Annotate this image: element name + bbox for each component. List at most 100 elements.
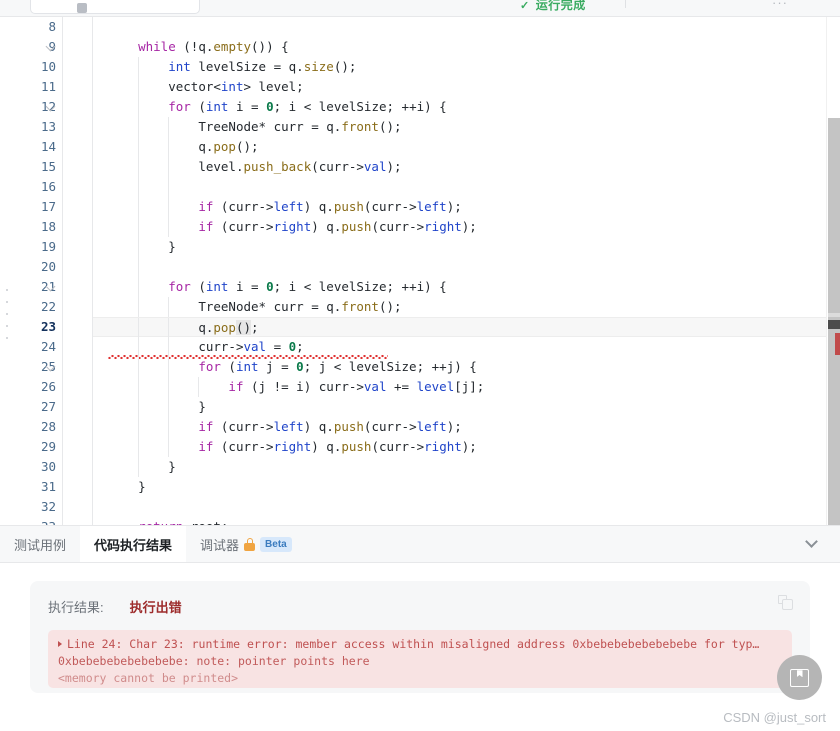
code-token: ) q (311, 219, 334, 234)
expand-triangle-icon[interactable] (58, 641, 62, 647)
code-line[interactable] (93, 17, 840, 37)
code-line[interactable]: if (curr->right) q.push(curr->right); (93, 437, 840, 457)
run-status-text: ✓ 运行完成 (520, 0, 586, 14)
more-options-icon[interactable]: ··· (772, 0, 788, 10)
code-line[interactable]: if (j != i) curr->val += level[j]; (93, 377, 840, 397)
code-token: int (220, 79, 244, 94)
code-token: ; (296, 339, 304, 354)
code-line[interactable]: for (int i = 0; i < levelSize; ++i) { (93, 97, 840, 117)
code-token: ( (190, 99, 206, 114)
code-line[interactable]: while (!q.empty()) { (93, 37, 840, 57)
code-token: ); (461, 219, 477, 234)
code-token: pop (213, 320, 236, 335)
beta-badge: Beta (260, 536, 292, 552)
code-token: ( (220, 359, 236, 374)
code-line[interactable]: for (int j = 0; j < levelSize; ++j) { (93, 357, 840, 377)
line-number: 8 (48, 19, 56, 34)
tab-label: 代码执行结果 (94, 537, 173, 553)
code-line[interactable] (93, 497, 840, 517)
line-number: 28 (40, 419, 56, 434)
line-number: 21 (40, 279, 56, 294)
tab-0[interactable]: 测试用例 (0, 526, 80, 562)
toolbar-button-cropped[interactable] (30, 0, 200, 14)
code-token: ); (461, 439, 477, 454)
fold-toggle[interactable] (45, 97, 92, 117)
line-number: 10 (40, 59, 56, 74)
code-content-area[interactable]: while (!q.empty()) { int levelSize = q.s… (93, 17, 840, 525)
code-line[interactable]: int levelSize = q.size(); (93, 57, 840, 77)
code-token: ; (251, 320, 259, 335)
indent-guide (138, 237, 139, 257)
result-label: 执行结果: (48, 600, 104, 615)
code-line[interactable]: } (93, 457, 840, 477)
indent-guide (168, 377, 169, 397)
notebook-fab-button[interactable] (777, 655, 822, 700)
code-line[interactable]: vector<int> level; (93, 77, 840, 97)
code-token: (); (378, 119, 402, 134)
code-line[interactable]: curr->val = 0; (93, 337, 840, 359)
code-fold-column[interactable] (45, 17, 93, 525)
code-line[interactable] (93, 177, 840, 197)
line-number: 23 (40, 319, 56, 334)
code-token: left (273, 199, 304, 214)
bottom-panel-tabbar[interactable]: 测试用例 代码执行结果 调试器 Beta (0, 525, 840, 563)
editor-breakpoint-rail[interactable] (0, 17, 22, 525)
code-token: j = (258, 359, 297, 374)
fold-toggle[interactable] (45, 357, 92, 377)
execution-results-panel: 执行结果: 执行出错 Line 24: Char 23: runtime err… (0, 563, 840, 731)
code-token: 0 (296, 359, 304, 374)
line-number: 11 (40, 79, 56, 94)
code-token: (j != i) curr-> (243, 379, 364, 394)
code-line[interactable]: return root; (93, 517, 840, 525)
code-line[interactable]: q.pop(); (93, 137, 840, 157)
code-token: left (273, 419, 304, 434)
code-line[interactable]: TreeNode* curr = q.front(); (93, 297, 840, 317)
code-token: (curr-> (363, 199, 417, 214)
code-token: if (198, 419, 214, 434)
code-token: curr-> (198, 339, 244, 354)
fold-toggle[interactable] (45, 37, 92, 57)
code-line[interactable]: if (curr->left) q.push(curr->left); (93, 417, 840, 437)
line-number: 13 (40, 119, 56, 134)
code-line[interactable] (93, 257, 840, 277)
indent-guide (138, 197, 139, 217)
code-editor[interactable]: 8 9 10 11 12 13 14 15 16 17 18 19 20 21 22 23 24 25 26 27 28… (0, 17, 840, 525)
code-token: ) (243, 320, 252, 335)
watermark: CSDN @just_sort (723, 710, 826, 725)
code-line[interactable]: if (curr->left) q.push(curr->left); (93, 197, 840, 217)
code-line[interactable]: } (93, 397, 840, 417)
code-line[interactable]: } (93, 477, 840, 497)
editor-vertical-scrollbar[interactable] (826, 17, 840, 525)
code-token: > level; (243, 79, 304, 94)
code-token: (curr-> (213, 419, 274, 434)
collapse-panel-button[interactable] (805, 526, 840, 562)
line-number: 19 (40, 239, 56, 254)
code-line[interactable]: q.pop(); (93, 317, 840, 338)
code-line[interactable]: for (int i = 0; i < levelSize; ++i) { (93, 277, 840, 297)
code-token: (curr-> (371, 219, 425, 234)
tab-2[interactable]: 调试器 Beta (186, 526, 306, 562)
code-line[interactable]: } (93, 237, 840, 257)
code-token: q (198, 139, 206, 154)
code-token: ; i < levelSize; ++i) { (273, 99, 447, 114)
error-message-box[interactable]: Line 24: Char 23: runtime error: member … (48, 630, 792, 688)
code-line[interactable]: level.push_back(curr->val); (93, 157, 840, 177)
code-token: += (386, 379, 417, 394)
code-token: ); (386, 159, 402, 174)
fold-toggle[interactable] (45, 277, 92, 297)
code-token: vector< (168, 79, 221, 94)
code-line[interactable]: TreeNode* curr = q.front(); (93, 117, 840, 137)
line-number: 22 (40, 299, 56, 314)
tab-1[interactable]: 代码执行结果 (80, 526, 187, 562)
code-line[interactable]: if (curr->right) q.push(curr->right); (93, 217, 840, 237)
leetcode-editor-page: ✓ 运行完成 ··· 8 9 10 11 12 13 14 15 16 17 18 19 20 21 22 23… (0, 0, 840, 731)
copy-icon[interactable] (778, 595, 794, 611)
code-token: (curr-> (311, 159, 364, 174)
error-line-1: Line 24: Char 23: runtime error: member … (58, 636, 782, 653)
code-token: for (168, 279, 191, 294)
